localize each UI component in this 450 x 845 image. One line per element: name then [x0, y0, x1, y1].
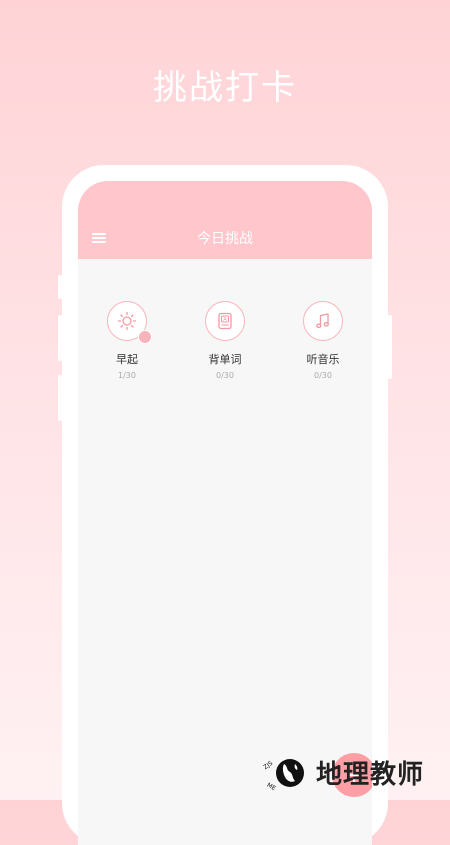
promo-title: 挑战打卡 [153, 68, 297, 108]
app-bar: 今日挑战 [78, 181, 372, 259]
challenge-item-music[interactable]: 听音乐 0/30 [283, 301, 363, 380]
app-bar-title: 今日挑战 [197, 231, 253, 247]
checked-dot [138, 330, 152, 344]
svg-text:ME: ME [266, 781, 277, 792]
challenge-icon-circle [303, 301, 343, 341]
phone-frame: 今日挑战 早起 1/30 A 背单词 0/30 听音乐 0/30 + [58, 165, 392, 845]
challenge-icon-circle [107, 301, 152, 344]
watermark: ZJS ME 地理教师 [262, 745, 450, 800]
challenge-count: 1/30 [118, 371, 136, 380]
challenge-count: 0/30 [314, 371, 332, 380]
word-card-icon: A [218, 312, 232, 330]
challenge-list: 早起 1/30 A 背单词 0/30 听音乐 0/30 [78, 301, 372, 381]
phone-volume-down [58, 375, 62, 421]
music-note-icon [316, 313, 329, 329]
challenge-count: 0/30 [216, 371, 234, 380]
sun-icon [117, 311, 137, 331]
svg-text:A: A [223, 317, 227, 323]
challenge-name: 早起 [116, 353, 138, 366]
challenge-item-vocabulary[interactable]: A 背单词 0/30 [185, 301, 265, 380]
challenge-name: 背单词 [208, 353, 242, 366]
challenge-name: 听音乐 [306, 353, 340, 366]
phone-power-button [388, 315, 392, 379]
phone-side-button [58, 275, 62, 299]
challenge-item-early-rise[interactable]: 早起 1/30 [87, 301, 167, 380]
challenge-icon-circle: A [205, 301, 245, 341]
watermark-text: 地理教师 [316, 760, 425, 790]
phone-volume-up [58, 315, 62, 361]
globe-logo-icon: ZJS ME [262, 758, 304, 792]
svg-text:ZJS: ZJS [262, 759, 274, 770]
